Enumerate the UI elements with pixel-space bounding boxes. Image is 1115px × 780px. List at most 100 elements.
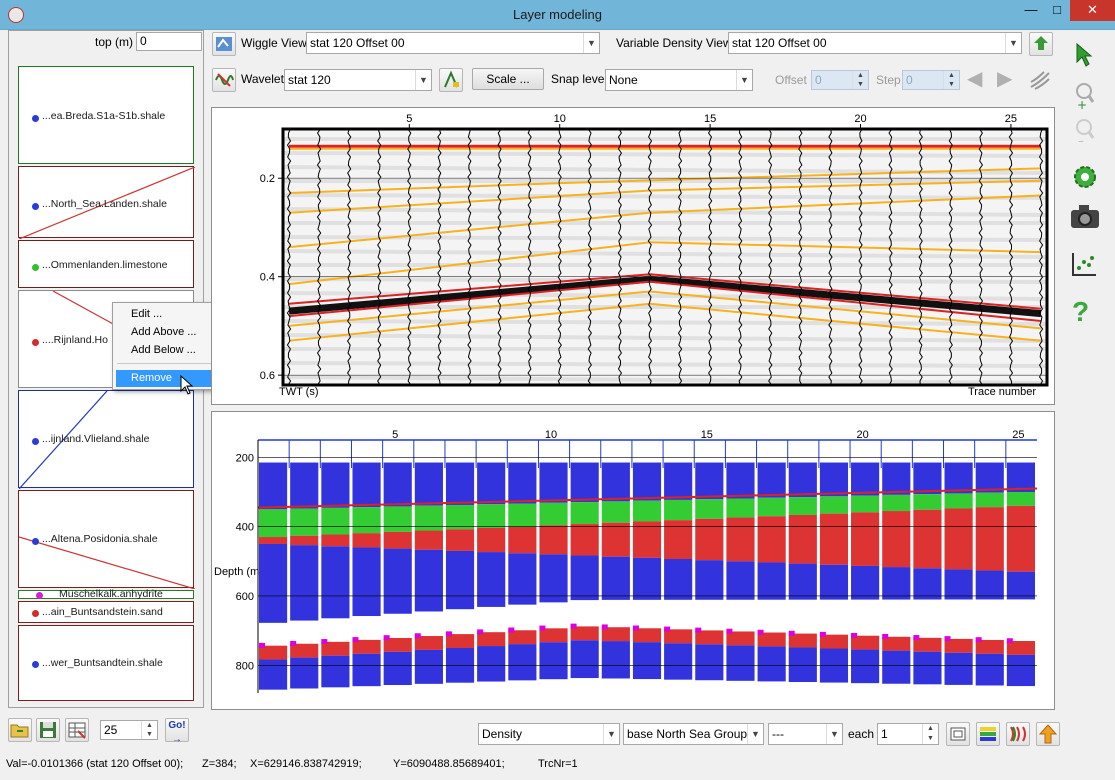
- depth-y-tick-label: 200: [236, 452, 254, 464]
- depth-anhydrite-marker: [757, 629, 764, 635]
- layout-icon[interactable]: [946, 722, 970, 746]
- close-button[interactable]: ✕: [1070, 0, 1115, 21]
- depth-anhydrite-marker: [290, 640, 297, 646]
- save-icon[interactable]: [36, 718, 60, 742]
- export-icon[interactable]: [1029, 32, 1053, 56]
- depth-layer-vlieland: [851, 565, 880, 600]
- menu-item-add-below[interactable]: Add Below ...: [131, 344, 196, 356]
- wavelet-select[interactable]: stat 120 ▼: [284, 69, 432, 91]
- depth-x-tick-label: 15: [701, 429, 713, 441]
- depth-layer-limestone: [1006, 491, 1035, 506]
- depth-layer-rijnland: [383, 531, 412, 549]
- layer-item[interactable]: ...ijnland.Vlieland.shale: [18, 390, 194, 489]
- layer-color-dot: [32, 339, 39, 346]
- title-bar: Layer modeling — □ ✕: [0, 0, 1115, 30]
- depth-layer-lower: [414, 649, 443, 684]
- depth-layer-vlieland: [570, 555, 599, 601]
- layer-item[interactable]: ...ea.Breda.S1a-S1b.shale: [18, 66, 194, 164]
- depth-layer-limestone: [259, 509, 288, 538]
- variable-density-select[interactable]: stat 120 Offset 00 ▼: [728, 32, 1022, 54]
- depth-layer-vlieland: [726, 561, 755, 600]
- horizon-select[interactable]: base North Sea Group ▼: [623, 723, 764, 745]
- seismic-y-tick-label: 0.6: [260, 370, 275, 382]
- mode-select[interactable]: --- ▼: [768, 723, 843, 745]
- depth-layer-vlieland: [695, 560, 724, 600]
- layers-color-icon[interactable]: [976, 722, 1000, 746]
- zoom-out-icon[interactable]: –: [1073, 118, 1097, 149]
- layer-name: ...North_Sea.Landen.shale: [42, 198, 167, 210]
- minimize-button[interactable]: —: [1018, 0, 1044, 21]
- help-icon[interactable]: ?: [1072, 298, 1089, 326]
- depth-model-view[interactable]: 200 400 600 800 5 10 15 20 25: [212, 412, 1054, 709]
- maximize-button[interactable]: □: [1044, 0, 1070, 21]
- depth-layer-lower: [664, 643, 693, 680]
- depth-anhydrite-marker: [851, 632, 858, 638]
- depth-layer-breda: [508, 462, 537, 504]
- depth-layer-breda: [477, 462, 506, 505]
- camera-icon[interactable]: [1069, 202, 1101, 233]
- mode-value: ---: [772, 727, 784, 741]
- property-select[interactable]: Density ▼: [478, 723, 620, 745]
- zoom-in-icon[interactable]: +: [1073, 82, 1097, 113]
- layer-name: ...wer_Buntsandtein.shale: [42, 657, 163, 669]
- wavelet-edit-icon[interactable]: [439, 68, 463, 92]
- menu-item-edit[interactable]: Edit ...: [131, 308, 162, 320]
- left-arrow-icon[interactable]: ◀: [967, 69, 993, 91]
- scale-button[interactable]: Scale ...: [472, 68, 544, 90]
- seismic-view[interactable]: 5 10 15 20 25 0.2 0.4 0.6: [212, 108, 1054, 404]
- depth-layer-breda: [757, 462, 786, 498]
- snap-level-select[interactable]: None ▼: [605, 69, 753, 91]
- layer-color-dot: [32, 203, 39, 210]
- property-value: Density: [482, 727, 523, 741]
- menu-item-remove[interactable]: Remove: [131, 372, 172, 384]
- menu-item-add-above[interactable]: Add Above ...: [131, 326, 196, 338]
- seismic-y-tick-label: 0.2: [260, 173, 275, 185]
- layer-item[interactable]: ...Altena.Posidonia.shale: [18, 490, 195, 589]
- table-settings-icon[interactable]: [65, 718, 89, 742]
- seismic-x-tick-label: 25: [1005, 113, 1017, 125]
- wiggle-view-select[interactable]: stat 120 Offset 00 ▼: [306, 32, 600, 54]
- trace-count-spinbox[interactable]: 25 ▲ ▼: [100, 720, 158, 740]
- layer-item[interactable]: Muschelkalk.anhydrite: [18, 588, 194, 600]
- step-spinbox[interactable]: 0 ▲ ▼: [902, 70, 960, 90]
- each-spinbox[interactable]: 1 ▲ ▼: [877, 723, 939, 745]
- go-button[interactable]: Go! →: [165, 718, 189, 745]
- wave-icon[interactable]: [1029, 69, 1051, 91]
- wavelet-icon[interactable]: [212, 68, 236, 92]
- depth-layer-lower: [632, 642, 662, 680]
- status-z: Z=384;: [202, 758, 237, 770]
- open-file-icon[interactable]: [8, 718, 32, 742]
- depth-layer-lower: [570, 640, 599, 679]
- offset-spinbox[interactable]: 0 ▲ ▼: [811, 70, 869, 90]
- up-arrow-icon[interactable]: [1036, 722, 1060, 746]
- depth-anhydrite-marker: [913, 635, 920, 641]
- top-input[interactable]: 0: [136, 32, 202, 51]
- depth-layer-vlieland: [352, 547, 381, 617]
- seismic-x-tick-label: 15: [704, 113, 716, 125]
- menu-separator: [117, 363, 212, 364]
- pointer-icon[interactable]: [1073, 42, 1095, 71]
- depth-layer-rijnland: [259, 537, 288, 544]
- settings-gear-icon[interactable]: [1070, 162, 1100, 195]
- depth-layer-limestone: [321, 507, 350, 535]
- wiggle-view-icon[interactable]: [212, 32, 236, 56]
- seismic-y-axis-label: TWT (s): [279, 386, 319, 398]
- crossplot-icon[interactable]: [1070, 250, 1098, 281]
- depth-layer-vlieland: [819, 564, 849, 600]
- wiggle-display-icon[interactable]: [1006, 722, 1030, 746]
- depth-anhydrite-marker: [975, 637, 982, 643]
- layer-item[interactable]: ...North_Sea.Landen.shale: [18, 166, 195, 239]
- layer-color-dot: [32, 661, 39, 668]
- depth-anhydrite-marker: [726, 628, 733, 634]
- layer-item[interactable]: ...ain_Buntsandstein.sand: [18, 601, 194, 623]
- depth-layer-lower: [290, 657, 319, 689]
- depth-layer-breda: [819, 462, 849, 497]
- depth-anhydrite-marker: [414, 633, 421, 639]
- depth-layer-breda: [788, 462, 817, 498]
- depth-layer-vlieland: [1006, 571, 1035, 600]
- layer-item[interactable]: ...wer_Buntsandtein.shale: [18, 625, 194, 701]
- right-arrow-icon[interactable]: ▶: [997, 69, 1023, 91]
- layer-item[interactable]: ...Ommenlanden.limestone: [18, 240, 194, 288]
- each-label: each: [848, 727, 875, 741]
- layer-color-dot: [36, 592, 43, 599]
